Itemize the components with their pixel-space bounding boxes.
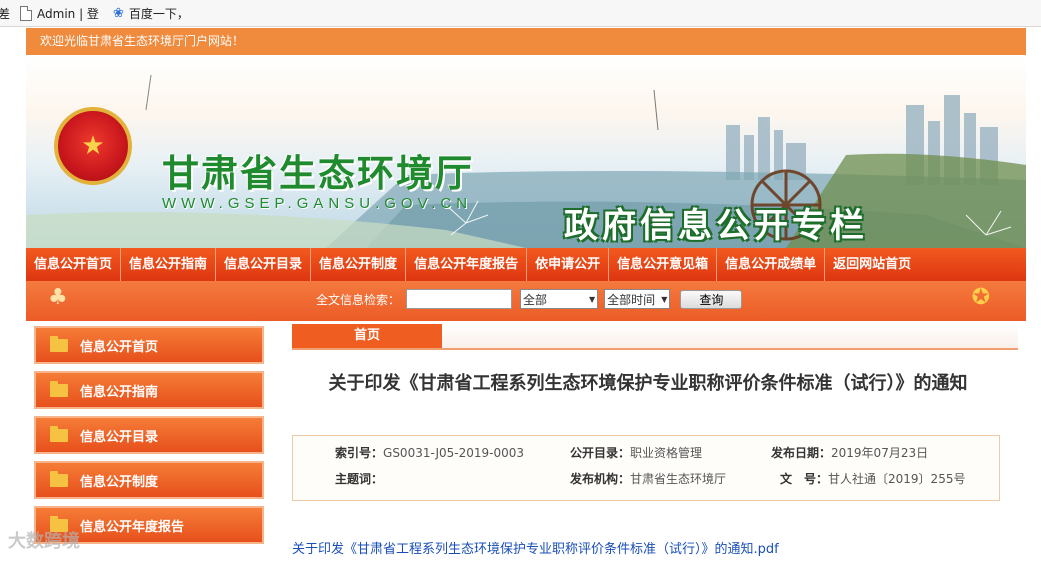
category-select[interactable]: 全部 ▼: [520, 289, 599, 309]
bookmark-admin[interactable]: Admin | 登: [20, 5, 99, 22]
bookmark-fragment[interactable]: 差: [0, 5, 10, 22]
nav-item-feedback[interactable]: 信息公开意见箱: [609, 248, 718, 281]
nav-item-annual-report[interactable]: 信息公开年度报告: [406, 248, 528, 281]
baidu-paw-icon: ❀: [112, 5, 124, 21]
meta-docno: 文 号：甘人社通〔2019〕255号: [780, 470, 965, 487]
section-title: 政府信息公开专栏: [564, 206, 868, 246]
sidebar-item-label: 信息公开年度报告: [80, 519, 185, 535]
content-tabbar: 首页: [292, 324, 1018, 350]
folder-icon: [50, 470, 68, 487]
nav-item-return-home[interactable]: 返回网站首页: [825, 248, 919, 281]
document-meta: 索引号：GS0031-J05-2019-0003 公开目录：职业资格管理 发布日…: [292, 435, 1000, 501]
sidebar-item-system[interactable]: 信息公开制度: [34, 461, 264, 499]
meta-date-label: 发布日期：: [771, 446, 832, 460]
time-select[interactable]: 全部时间 ▼: [604, 289, 671, 309]
document-title: 关于印发《甘肃省工程系列生态环境保护专业职称评价条件标准（试行）》的通知: [328, 373, 968, 394]
folder-icon: [50, 380, 68, 397]
bookmark-admin-label: Admin | 登: [37, 6, 99, 21]
search-form: 全文信息检索： 全部 ▼ 全部时间 ▼ 查询: [316, 289, 743, 309]
meta-catalog: 公开目录：职业资格管理: [570, 444, 702, 461]
chevron-down-icon: ▼: [661, 294, 668, 304]
emblem-small-icon: ✪: [971, 285, 990, 310]
sidebar: 信息公开首页 信息公开指南 信息公开目录 信息公开制度 信息公开年度报告: [34, 326, 264, 551]
nav-item-guide[interactable]: 信息公开指南: [121, 248, 217, 281]
folder-icon: [50, 335, 68, 352]
sidebar-item-label: 信息公开制度: [80, 474, 159, 490]
site-url: WWW.GSEP.GANSU.GOV.CN: [162, 195, 473, 212]
sidebar-item-catalog[interactable]: 信息公开目录: [34, 416, 264, 454]
welcome-bar: 欢迎光临甘肃省生态环境厅门户网站！: [26, 28, 1026, 55]
meta-docno-label: 文 号：: [780, 472, 829, 486]
folder-icon: [50, 425, 68, 442]
meta-org-label: 发布机构：: [570, 472, 631, 486]
meta-index-value: GS0031-J05-2019-0003: [383, 446, 525, 460]
nav-item-scorecard[interactable]: 信息公开成绩单: [717, 248, 826, 281]
sidebar-item-label: 信息公开首页: [80, 339, 159, 355]
search-label: 全文信息检索：: [316, 292, 401, 307]
time-select-value: 全部时间: [607, 292, 656, 307]
lantern-icon: ♣: [48, 285, 68, 310]
meta-subject: 主题词：: [335, 470, 383, 487]
meta-org: 发布机构：甘肃省生态环境厅: [570, 470, 726, 487]
chevron-down-icon: ▼: [589, 294, 596, 304]
nav-item-catalog[interactable]: 信息公开目录: [216, 248, 312, 281]
nav-item-system[interactable]: 信息公开制度: [311, 248, 407, 281]
sidebar-item-home[interactable]: 信息公开首页: [34, 326, 264, 364]
sidebar-item-label: 信息公开目录: [80, 429, 159, 445]
national-emblem-icon: ★: [54, 107, 132, 185]
meta-catalog-value: 职业资格管理: [630, 446, 703, 460]
meta-date-value: 2019年07月23日: [831, 446, 929, 460]
search-band: ♣ 全文信息检索： 全部 ▼ 全部时间 ▼ 查询 ✪: [26, 281, 1026, 321]
bookmark-baidu[interactable]: ❀ 百度一下，: [113, 5, 189, 22]
meta-catalog-label: 公开目录：: [570, 446, 631, 460]
nav-item-request[interactable]: 依申请公开: [527, 248, 610, 281]
page-icon: [20, 5, 33, 21]
nav-item-home[interactable]: 信息公开首页: [26, 248, 122, 281]
meta-docno-value: 甘人社通〔2019〕255号: [828, 472, 966, 486]
meta-index: 索引号：GS0031-J05-2019-0003: [335, 444, 524, 461]
attachment-pdf-link[interactable]: 关于印发《甘肃省工程系列生态环境保护专业职称评价条件标准（试行）》的通知.pdf: [292, 538, 779, 557]
sidebar-item-label: 信息公开指南: [80, 384, 159, 400]
category-select-value: 全部: [523, 292, 548, 307]
main-nav: 信息公开首页 信息公开指南 信息公开目录 信息公开制度 信息公开年度报告 依申请…: [26, 248, 1026, 281]
meta-index-label: 索引号：: [335, 446, 384, 460]
meta-date: 发布日期：2019年07月23日: [771, 444, 928, 461]
search-input[interactable]: [406, 289, 513, 309]
sidebar-item-guide[interactable]: 信息公开指南: [34, 371, 264, 409]
site-banner: ★ 甘肃省生态环境厅 WWW.GSEP.GANSU.GOV.CN 政府信息公开专…: [26, 55, 1026, 248]
meta-org-value: 甘肃省生态环境厅: [630, 472, 727, 486]
search-button[interactable]: 查询: [680, 289, 743, 309]
meta-subject-label: 主题词：: [335, 472, 384, 486]
bookmarks-bar: 差 Admin | 登 ❀ 百度一下，: [0, 0, 1041, 27]
tab-home[interactable]: 首页: [292, 324, 442, 348]
site-wrapper: 欢迎光临甘肃省生态环境厅门户网站！ ★ 甘肃省生态环境厅 WWW.GSEP.GA…: [26, 28, 1026, 321]
watermark-logo: 大数跨境: [8, 531, 80, 552]
site-title: 甘肃省生态环境厅: [162, 151, 474, 195]
bookmark-baidu-label: 百度一下，: [128, 6, 189, 21]
